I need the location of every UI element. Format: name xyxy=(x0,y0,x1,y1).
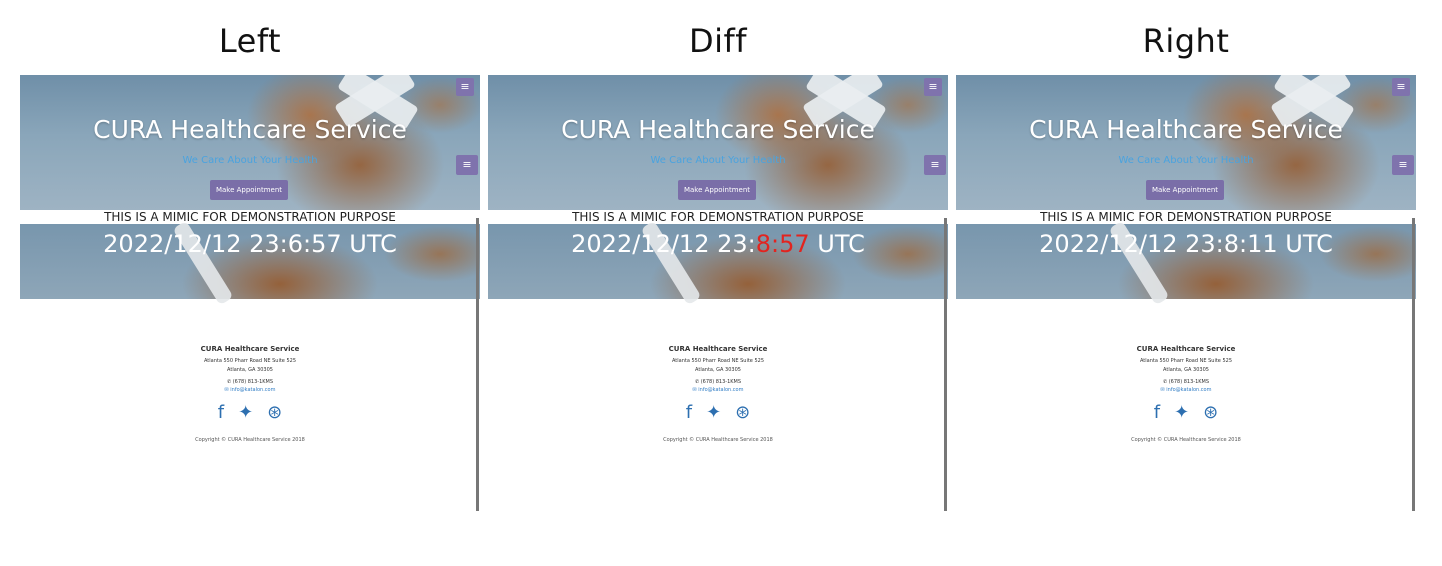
menu-toggle-button[interactable]: ≡ xyxy=(1392,155,1414,175)
menu-icon: ≡ xyxy=(462,158,472,171)
facebook-icon[interactable]: f xyxy=(686,403,692,423)
footer-phone-text: (678) 813-1KMS xyxy=(232,379,274,385)
hero-title: CURA Healthcare Service xyxy=(1029,115,1343,144)
clock-band: 2022/12/12 23:8:11 UTC xyxy=(956,220,1416,306)
hero-banner: ≡ CURA Healthcare Service We Care About … xyxy=(488,75,948,210)
clock-diff-highlight: 8:57 xyxy=(755,230,810,258)
hero-subtitle: We Care About Your Health xyxy=(182,155,318,166)
social-links: f ✦ ⊛ xyxy=(488,403,948,423)
menu-icon: ≡ xyxy=(1398,158,1408,171)
utc-clock: 2022/12/12 23:8:11 UTC xyxy=(1039,230,1333,258)
footer-copyright: Copyright © CURA Healthcare Service 2018 xyxy=(663,437,773,443)
clock-unchanged-part: 2022/12/12 23: xyxy=(571,230,756,258)
footer-phone: ✆ (678) 813-1KMS xyxy=(488,379,948,385)
dribbble-icon[interactable]: ⊛ xyxy=(735,403,750,423)
footer-company-name: CURA Healthcare Service xyxy=(1136,345,1236,353)
mimic-banner: THIS IS A MIMIC FOR DEMONSTRATION PURPOS… xyxy=(488,210,948,224)
footer-copyright: Copyright © CURA Healthcare Service 2018 xyxy=(1131,437,1241,443)
footer-email[interactable]: ✉ info@katalon.com xyxy=(956,387,1416,393)
footer-phone: ✆ (678) 813-1KMS xyxy=(956,379,1416,385)
clock-suffix: UTC xyxy=(809,230,865,258)
twitter-icon[interactable]: ✦ xyxy=(706,403,721,423)
footer-address: Atlanta 550 Pharr Road NE Suite 525 Atla… xyxy=(488,357,948,375)
footer-address-line2: Atlanta, GA 30305 xyxy=(695,367,741,373)
footer: CURA Healthcare Service Atlanta 550 Phar… xyxy=(956,345,1416,443)
menu-icon: ≡ xyxy=(460,80,470,93)
footer: CURA Healthcare Service Atlanta 550 Phar… xyxy=(20,345,480,443)
social-links: f ✦ ⊛ xyxy=(20,403,480,423)
footer-copyright: Copyright © CURA Healthcare Service 2018 xyxy=(195,437,305,443)
menu-toggle-button[interactable]: ≡ xyxy=(456,155,478,175)
footer-company-name: CURA Healthcare Service xyxy=(200,345,300,353)
make-appointment-button[interactable]: Make Appointment xyxy=(678,180,756,200)
clock-band: 2022/12/12 23:6:57 UTC xyxy=(20,220,480,306)
left-screenshot-panel: ≡ CURA Healthcare Service We Care About … xyxy=(20,75,480,511)
diff-column-title: Diff xyxy=(688,22,748,60)
footer-phone-text: (678) 813-1KMS xyxy=(1168,379,1210,385)
footer-address-line2: Atlanta, GA 30305 xyxy=(227,367,273,373)
utc-clock: 2022/12/12 23:6:57 UTC xyxy=(103,230,397,258)
make-appointment-button[interactable]: Make Appointment xyxy=(1146,180,1224,200)
hero-subtitle: We Care About Your Health xyxy=(650,155,786,166)
menu-toggle-button[interactable]: ≡ xyxy=(924,155,946,175)
mimic-banner: THIS IS A MIMIC FOR DEMONSTRATION PURPOS… xyxy=(20,210,480,224)
clock-band: 2022/12/12 23:8:57 UTC xyxy=(488,220,948,306)
hero-banner: ≡ CURA Healthcare Service We Care About … xyxy=(956,75,1416,210)
left-column-title: Left xyxy=(218,22,282,60)
menu-icon: ≡ xyxy=(928,80,938,93)
right-screenshot-panel: ≡ CURA Healthcare Service We Care About … xyxy=(956,75,1416,511)
dribbble-icon[interactable]: ⊛ xyxy=(267,403,282,423)
footer-email-link[interactable]: info@katalon.com xyxy=(1166,387,1211,393)
footer-address-line2: Atlanta, GA 30305 xyxy=(1163,367,1209,373)
hero-subtitle: We Care About Your Health xyxy=(1118,155,1254,166)
make-appointment-button[interactable]: Make Appointment xyxy=(210,180,288,200)
footer: CURA Healthcare Service Atlanta 550 Phar… xyxy=(488,345,948,443)
hero-title: CURA Healthcare Service xyxy=(561,115,875,144)
footer-address: Atlanta 550 Pharr Road NE Suite 525 Atla… xyxy=(20,357,480,375)
footer-address-line1: Atlanta 550 Pharr Road NE Suite 525 xyxy=(1139,358,1233,364)
facebook-icon[interactable]: f xyxy=(1154,403,1160,423)
menu-toggle-button[interactable]: ≡ xyxy=(924,78,942,96)
right-column-title: Right xyxy=(1142,22,1230,60)
footer-email[interactable]: ✉ info@katalon.com xyxy=(20,387,480,393)
twitter-icon[interactable]: ✦ xyxy=(238,403,253,423)
utc-clock-diff: 2022/12/12 23:8:57 UTC xyxy=(488,230,948,258)
footer-email[interactable]: ✉ info@katalon.com xyxy=(488,387,948,393)
footer-email-link[interactable]: info@katalon.com xyxy=(698,387,743,393)
menu-toggle-button[interactable]: ≡ xyxy=(456,78,474,96)
menu-icon: ≡ xyxy=(930,158,940,171)
menu-toggle-button[interactable]: ≡ xyxy=(1392,78,1410,96)
mimic-banner: THIS IS A MIMIC FOR DEMONSTRATION PURPOS… xyxy=(956,210,1416,224)
footer-phone-text: (678) 813-1KMS xyxy=(700,379,742,385)
social-links: f ✦ ⊛ xyxy=(956,403,1416,423)
hero-title: CURA Healthcare Service xyxy=(93,115,407,144)
footer-address: Atlanta 550 Pharr Road NE Suite 525 Atla… xyxy=(956,357,1416,375)
footer-address-line1: Atlanta 550 Pharr Road NE Suite 525 xyxy=(203,358,297,364)
menu-icon: ≡ xyxy=(1396,80,1406,93)
footer-address-line1: Atlanta 550 Pharr Road NE Suite 525 xyxy=(671,358,765,364)
twitter-icon[interactable]: ✦ xyxy=(1174,403,1189,423)
hero-banner: ≡ CURA Healthcare Service We Care About … xyxy=(20,75,480,210)
footer-company-name: CURA Healthcare Service xyxy=(668,345,768,353)
footer-phone: ✆ (678) 813-1KMS xyxy=(20,379,480,385)
diff-screenshot-panel: ≡ CURA Healthcare Service We Care About … xyxy=(488,75,948,511)
facebook-icon[interactable]: f xyxy=(218,403,224,423)
dribbble-icon[interactable]: ⊛ xyxy=(1203,403,1218,423)
footer-email-link[interactable]: info@katalon.com xyxy=(230,387,275,393)
